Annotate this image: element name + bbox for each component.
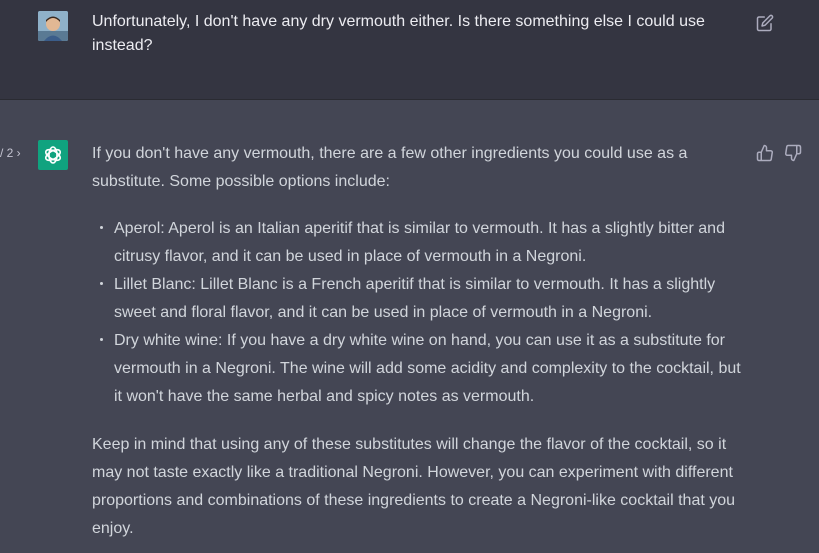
user-message: Unfortunately, I don't have any dry verm… <box>0 0 819 100</box>
openai-logo-icon <box>44 146 62 164</box>
substitute-list: Aperol: Aperol is an Italian aperitif th… <box>92 215 747 411</box>
assistant-message: / 2 › If you don't have any vermouth, th… <box>0 100 819 553</box>
outro-paragraph: Keep in mind that using any of these sub… <box>92 436 736 537</box>
assistant-message-text: If you don't have any vermouth, there ar… <box>92 140 747 543</box>
list-item: Aperol: Aperol is an Italian aperitif th… <box>100 215 747 271</box>
thumbs-up-icon[interactable] <box>756 144 774 162</box>
assistant-avatar <box>38 140 68 170</box>
list-item: Lillet Blanc: Lillet Blanc is a French a… <box>100 271 747 327</box>
thumbs-down-icon[interactable] <box>784 144 802 162</box>
list-item: Dry white wine: If you have a dry white … <box>100 327 747 411</box>
user-avatar <box>38 11 68 41</box>
response-pager[interactable]: / 2 › <box>0 146 21 160</box>
intro-paragraph: If you don't have any vermouth, there ar… <box>92 145 688 190</box>
user-message-text: Unfortunately, I don't have any dry verm… <box>92 13 705 54</box>
edit-icon[interactable] <box>756 14 774 32</box>
